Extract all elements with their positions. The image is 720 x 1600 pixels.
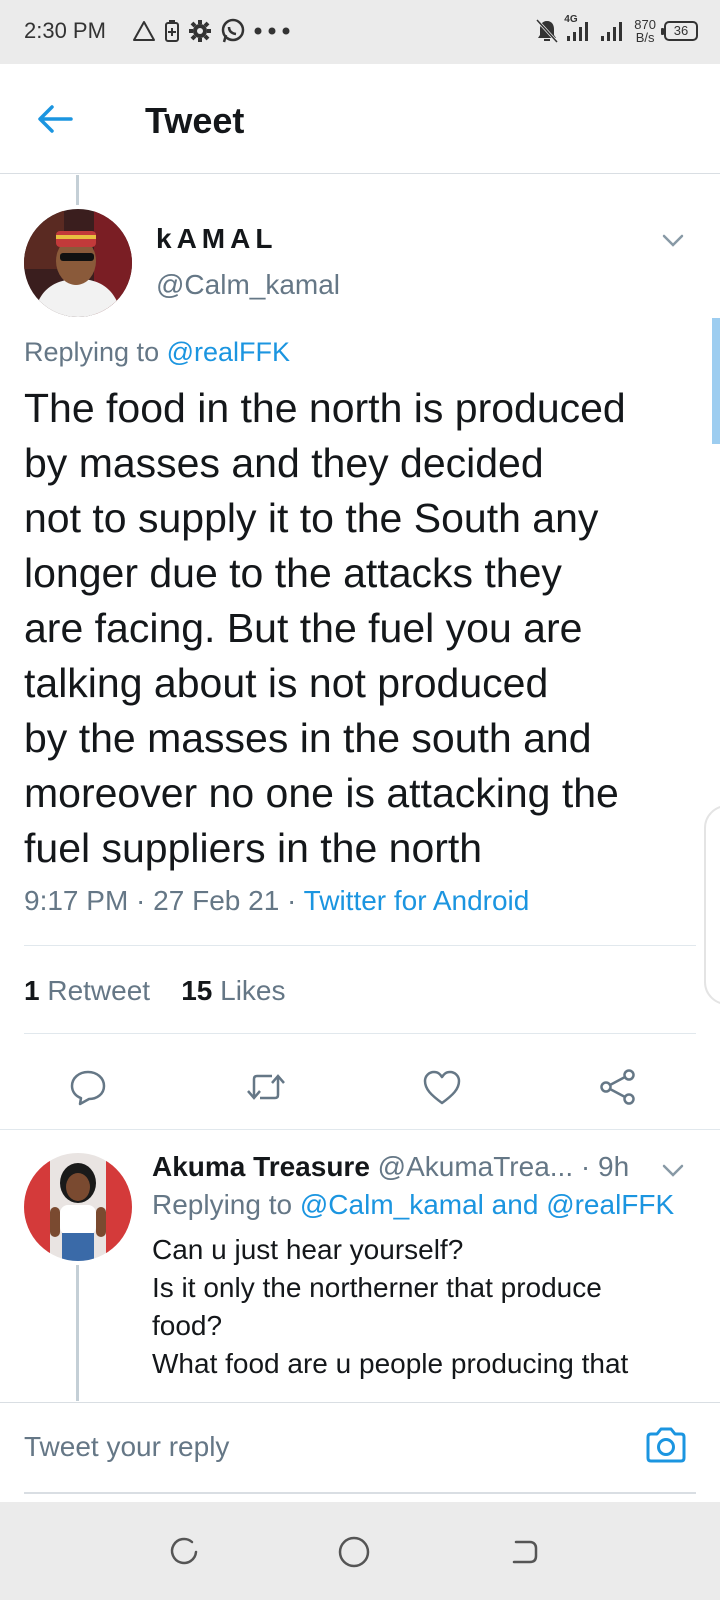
thread-line xyxy=(76,175,79,205)
page-title: Tweet xyxy=(145,100,245,141)
likes-count: 15 xyxy=(181,975,213,1006)
like-icon xyxy=(423,1070,461,1105)
home-icon xyxy=(338,1536,370,1568)
replying-and: and xyxy=(483,1189,547,1220)
tweet-meta: 9:17 PM · 27 Feb 21 · Twitter for Androi… xyxy=(24,885,529,917)
retweet-label: Retweet xyxy=(47,975,151,1006)
back-nav-button[interactable] xyxy=(504,1532,544,1572)
like-button[interactable] xyxy=(414,1059,470,1115)
reply-icon xyxy=(70,1070,106,1106)
tweet-date: 27 Feb 21 xyxy=(153,885,280,916)
tweet-text: The food in the north is produced by mas… xyxy=(24,385,626,871)
reply-line: food? xyxy=(152,1310,223,1341)
tweet-stats: 1 Retweet 15 Likes xyxy=(24,975,286,1007)
share-button[interactable] xyxy=(590,1059,646,1115)
edge-panel-handle[interactable] xyxy=(704,805,720,1005)
chevron-down-icon[interactable] xyxy=(660,1157,686,1183)
tweet-time: 9:17 PM xyxy=(24,885,129,916)
reply-replying-to: Replying to @Calm_kamal and @realFFK xyxy=(152,1189,674,1221)
status-icons-left xyxy=(132,16,290,46)
camera-button[interactable] xyxy=(642,1421,690,1469)
warning-icon xyxy=(132,20,156,42)
reply-time: · 9h xyxy=(580,1151,630,1182)
reply-header: Akuma Treasure @AkumaTrea... · 9h xyxy=(152,1151,629,1183)
net-speed-unit: B/s xyxy=(635,30,655,45)
retweet-stat[interactable]: 1 Retweet xyxy=(24,975,150,1006)
divider xyxy=(24,1033,696,1034)
mute-icon xyxy=(536,19,559,43)
recent-apps-icon xyxy=(170,1537,198,1565)
more-dots-icon xyxy=(254,27,290,35)
battery-saver-icon xyxy=(164,19,180,43)
replying-to-link[interactable]: @realFFK xyxy=(167,337,290,367)
retweet-count: 1 xyxy=(24,975,40,1006)
reply-line: Is it only the northerner that produce xyxy=(152,1272,602,1303)
reply-line: What food are u people producing that xyxy=(152,1348,629,1379)
whatsapp-icon xyxy=(220,18,246,44)
status-icons-right: 4G 870 B/s 36 xyxy=(536,14,698,48)
recent-apps-button[interactable] xyxy=(164,1532,204,1572)
app-header: Tweet xyxy=(0,64,720,174)
settings-icon xyxy=(188,19,212,43)
divider xyxy=(24,945,696,946)
reply-input[interactable] xyxy=(24,1427,604,1467)
replying-to: Replying to @realFFK xyxy=(24,337,290,368)
reply-avatar[interactable] xyxy=(24,1153,132,1261)
replying-prefix: Replying to xyxy=(152,1189,300,1220)
system-nav-bar xyxy=(0,1502,720,1600)
back-button[interactable] xyxy=(30,94,80,144)
tweet-detail: kAMAL @Calm_kamal Replying to @realFFK T… xyxy=(0,175,720,1401)
thread-line xyxy=(76,1265,79,1401)
home-button[interactable] xyxy=(334,1532,374,1572)
scrollbar[interactable] xyxy=(712,318,720,444)
reply-text: Can u just hear yourself? Is it only the… xyxy=(152,1231,692,1383)
camera-icon xyxy=(646,1427,686,1463)
action-row xyxy=(0,1045,720,1129)
battery-icon: 36 xyxy=(661,21,698,41)
share-icon xyxy=(600,1069,635,1105)
replying-to-link[interactable]: @Calm_kamal xyxy=(300,1189,484,1220)
reply-handle[interactable]: @AkumaTrea... xyxy=(378,1151,573,1182)
arrow-left-icon xyxy=(38,105,73,133)
user-handle[interactable]: @Calm_kamal xyxy=(156,269,340,301)
replying-prefix: Replying to xyxy=(24,337,167,367)
avatar[interactable] xyxy=(24,209,132,317)
reply-button[interactable] xyxy=(60,1059,116,1115)
reply-display-name[interactable]: Akuma Treasure xyxy=(152,1151,370,1182)
display-name[interactable]: kAMAL xyxy=(156,223,277,255)
retweet-button[interactable] xyxy=(238,1059,294,1115)
status-bar: 2:30 PM 4G 870 B/s 36 xyxy=(0,0,720,64)
tweet-source[interactable]: Twitter for Android xyxy=(304,885,530,916)
signal-icon: 4G xyxy=(564,14,592,42)
divider xyxy=(0,1129,720,1130)
meta-separator: · xyxy=(128,885,154,916)
compose-bar xyxy=(0,1402,720,1492)
status-time: 2:30 PM xyxy=(24,18,106,43)
replying-to-link[interactable]: @realFFK xyxy=(546,1189,674,1220)
likes-stat[interactable]: 15 Likes xyxy=(181,975,285,1006)
reply-line: Can u just hear yourself? xyxy=(152,1234,464,1265)
net-speed: 870 B/s xyxy=(634,18,656,44)
meta-separator: · xyxy=(279,885,304,916)
back-nav-icon xyxy=(512,1540,538,1564)
signal-icon xyxy=(600,20,626,42)
likes-label: Likes xyxy=(220,975,286,1006)
retweet-icon xyxy=(247,1074,285,1100)
compose-underline xyxy=(24,1492,696,1494)
network-type: 4G xyxy=(564,14,578,25)
chevron-down-icon[interactable] xyxy=(660,227,686,253)
